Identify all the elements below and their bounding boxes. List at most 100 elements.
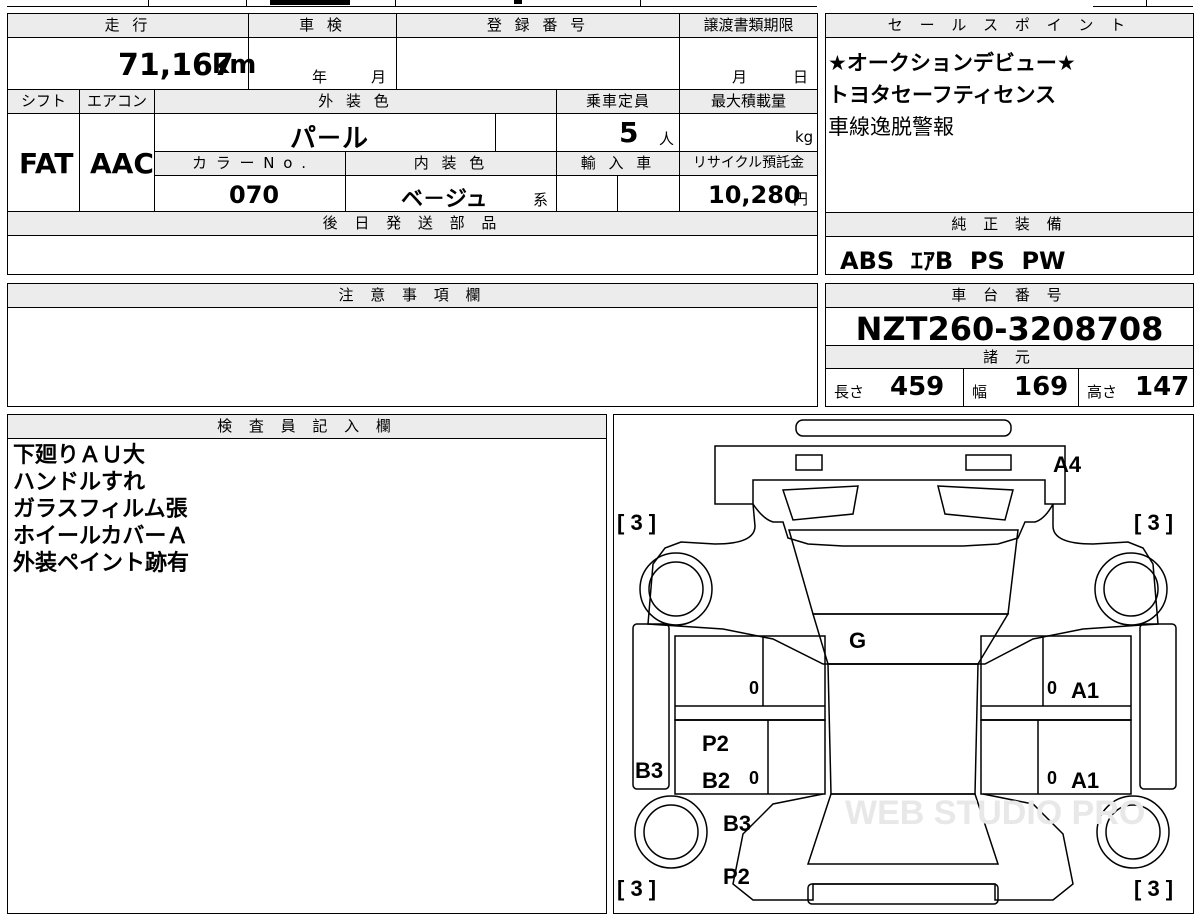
- equipment-items: ABS ｴｱB PS PW: [840, 247, 1066, 275]
- registration-cell: [397, 38, 680, 90]
- zero-mark: 0: [1047, 768, 1057, 788]
- transfer-day-label: 日: [793, 68, 809, 86]
- recycle-unit: 円: [793, 190, 809, 208]
- damage-p2-lower: P2: [723, 864, 750, 889]
- width-label: 幅: [972, 383, 988, 401]
- top-partial-strip: [0, 0, 1200, 7]
- car-diagram-panel: [ 3 ] [ 3 ] [ 3 ] [ 3 ] A4 G A1 A1 P2 B2…: [613, 414, 1194, 914]
- transfer-deadline-cell: 月 日: [680, 38, 817, 90]
- max-load-header: 最大積載量: [680, 90, 817, 114]
- width-value: 169: [1014, 372, 1069, 402]
- specs-row: 長さ 459 幅 169 高さ 147: [826, 369, 1193, 406]
- damage-p2-upper: P2: [702, 731, 729, 756]
- sales-points-header: セ ー ル ス ポ イ ン ト: [826, 14, 1193, 38]
- width-cell: 幅 169: [964, 369, 1079, 406]
- inspector-panel: 検 査 員 記 入 欄 下廻りＡＵ大 ハンドルすれ ガラスフィルム張 ホイールカ…: [7, 414, 607, 914]
- registration-header: 登 録 番 号: [397, 14, 680, 38]
- length-value: 459: [890, 372, 945, 402]
- diagram-labels: [ 3 ] [ 3 ] [ 3 ] [ 3 ] A4 G A1 A1 P2 B2…: [617, 452, 1173, 901]
- sales-points-panel: セ ー ル ス ポ イ ン ト ★オークションデビュー★ トヨタセーフティセンス…: [825, 13, 1194, 213]
- shift-header: シフト: [8, 90, 80, 114]
- right-side-sill: [1139, 623, 1177, 790]
- headlamp-left: [795, 454, 823, 471]
- roof: [827, 663, 979, 795]
- interior-suffix: 系: [533, 191, 549, 209]
- rear-glass: [811, 613, 1010, 665]
- capacity-cell: 5 人: [557, 114, 680, 152]
- grille-left: [781, 485, 859, 521]
- tire-mark-rr: [ 3 ]: [1134, 876, 1173, 901]
- interior-color-header: 内 装 色: [346, 152, 557, 176]
- damage-g: G: [849, 628, 866, 653]
- watermark: WEB STUDIO PRO: [845, 794, 1145, 832]
- height-cell: 高さ 147: [1079, 369, 1193, 406]
- exterior-color-extra-cell: [496, 114, 557, 152]
- shift-value: FAT: [19, 147, 74, 180]
- damage-a4: A4: [1053, 452, 1082, 477]
- inspector-notes: 下廻りＡＵ大 ハンドルすれ ガラスフィルム張 ホイールカバーＡ 外装ペイント跡有: [13, 442, 189, 577]
- aircon-cell: AAC: [80, 114, 155, 212]
- windshield: [788, 529, 1019, 615]
- car-diagram: [ 3 ] [ 3 ] [ 3 ] [ 3 ] A4 G A1 A1 P2 B2…: [617, 419, 1177, 905]
- damage-b3-rear: B3: [723, 811, 751, 836]
- zero-mark: 0: [1047, 678, 1057, 698]
- length-cell: 長さ 459: [826, 369, 964, 406]
- exterior-color-value: パ－ル: [290, 124, 369, 154]
- inspector-note-line: ハンドルすれ: [13, 470, 146, 495]
- front-right-wheel: [1094, 552, 1168, 626]
- interior-color-value: ベ－ジュ: [401, 187, 488, 212]
- color-no-cell: 070: [155, 176, 346, 212]
- height-value: 147: [1135, 372, 1190, 402]
- capacity-header: 乗車定員: [557, 90, 680, 114]
- sales-point-line: トヨタセーフティセンス: [828, 83, 1057, 107]
- tire-mark-fl: [ 3 ]: [617, 510, 656, 535]
- notes-panel: 注 意 事 項 欄: [7, 283, 818, 407]
- main-sheet: 走 行 車 検 登 録 番 号 譲渡書類期限 71,167 km 年 月 月 日…: [7, 13, 818, 275]
- chassis-panel: 車 台 番 号 NZT260-3208708 諸 元 長さ 459 幅 169 …: [825, 283, 1194, 407]
- damage-a1-rear: A1: [1071, 768, 1099, 793]
- later-parts-header: 後 日 発 送 部 品: [8, 212, 817, 236]
- capacity-value: 5: [619, 116, 639, 149]
- mileage-header: 走 行: [8, 14, 249, 38]
- recycle-header: リサイクル預託金: [680, 152, 817, 176]
- specs-header: 諸 元: [826, 345, 1193, 369]
- later-parts-area: [8, 236, 817, 274]
- zero-mark: 0: [749, 768, 759, 788]
- rear-bumper: [807, 883, 999, 905]
- aircon-value: AAC: [90, 147, 154, 180]
- shift-cell: FAT: [8, 114, 80, 212]
- inspector-header: 検 査 員 記 入 欄: [8, 415, 606, 439]
- aircon-header: エアコン: [80, 90, 155, 114]
- inspector-note-line: ホイールカバーＡ: [13, 524, 189, 549]
- equipment-header: 純 正 装 備: [826, 213, 1193, 237]
- max-load-cell: kg: [680, 114, 817, 152]
- inspection-month-label: 月: [371, 68, 387, 86]
- tire-mark-fr: [ 3 ]: [1134, 510, 1173, 535]
- color-no-header: カ ラ ー N o .: [155, 152, 346, 176]
- recycle-value: 10,280: [708, 181, 801, 209]
- inspector-note-line: 外装ペイント跡有: [13, 551, 190, 576]
- notes-header: 注 意 事 項 欄: [8, 284, 817, 308]
- import-cell-b: [618, 176, 680, 212]
- chassis-header: 車 台 番 号: [826, 284, 1193, 308]
- recycle-cell: 10,280 円: [680, 176, 817, 212]
- damage-b2: B2: [702, 768, 730, 793]
- sales-point-line: ★オークションデビュー★: [828, 51, 1076, 75]
- body-outline: [647, 503, 1159, 665]
- color-no-value: 070: [229, 181, 280, 209]
- length-label: 長さ: [834, 383, 865, 401]
- grille-right: [937, 485, 1014, 521]
- capacity-unit: 人: [659, 130, 675, 148]
- equipment-panel: 純 正 装 備 ABS ｴｱB PS PW: [825, 212, 1194, 275]
- sales-point-line: 車線逸脱警報: [828, 115, 954, 139]
- mileage-cell: 71,167 km: [8, 38, 256, 90]
- height-label: 高さ: [1087, 383, 1118, 401]
- chassis-number: NZT260-3208708: [855, 310, 1164, 348]
- exterior-color-header: 外 装 色: [155, 90, 557, 114]
- inspection-cell: 年 月: [249, 38, 397, 90]
- headlamp-right: [965, 454, 1012, 471]
- damage-a1-front: A1: [1071, 678, 1099, 703]
- inspection-header: 車 検: [249, 14, 397, 38]
- inspection-year-label: 年: [312, 68, 328, 86]
- zero-mark: 0: [749, 678, 759, 698]
